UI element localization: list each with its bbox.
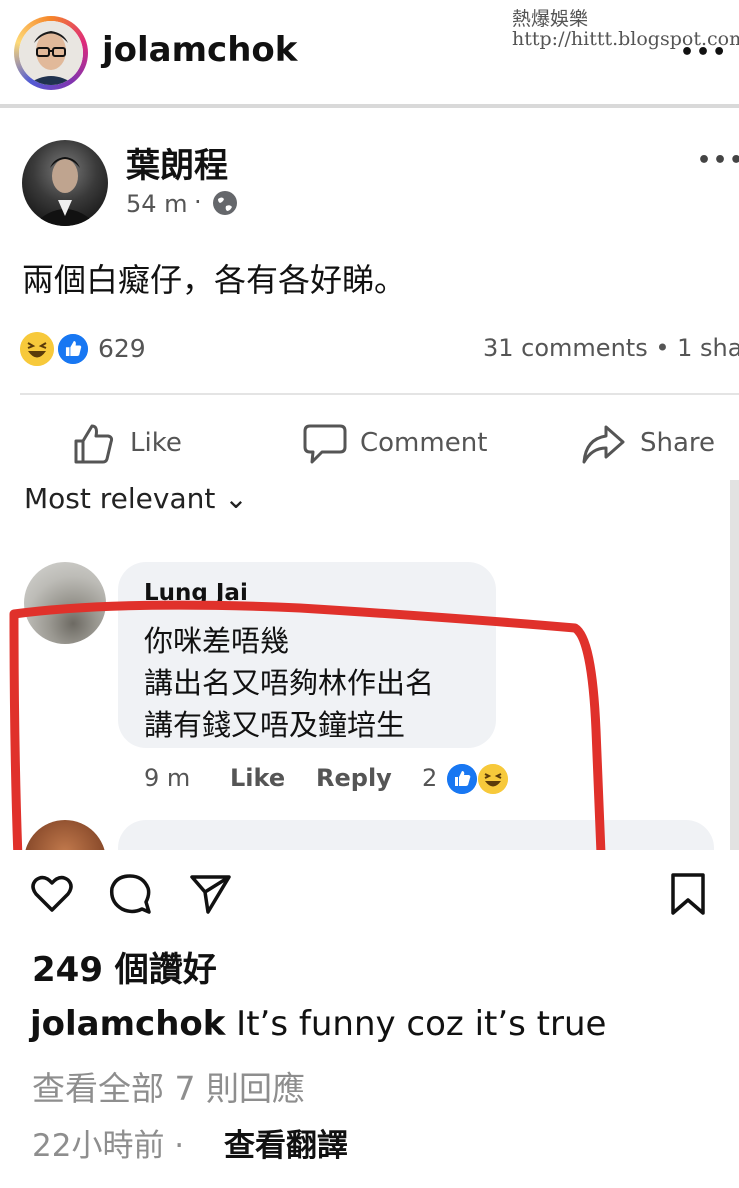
- fb-comment-reply-button[interactable]: Reply: [316, 764, 392, 792]
- fb-comment-line: 講出名又唔夠林作出名: [144, 666, 435, 700]
- fb-comment-author[interactable]: Lung Jai: [144, 580, 248, 606]
- fb-time-separator: ·: [194, 188, 202, 216]
- fb-comment-button[interactable]: Comment: [302, 422, 492, 466]
- fb-commenter-avatar[interactable]: [24, 562, 106, 644]
- header-divider: [0, 104, 739, 108]
- watermark-title: 熱爆娛樂: [512, 8, 589, 30]
- speech-bubble-icon: [303, 424, 347, 464]
- fb-like-button[interactable]: Like: [72, 422, 202, 466]
- fb-post-time[interactable]: 54 m: [126, 190, 188, 218]
- send-icon[interactable]: [188, 872, 232, 916]
- ig-more-options-icon[interactable]: •••: [680, 40, 728, 65]
- fb-comment-line: 你咪差唔幾: [144, 624, 290, 658]
- fb-comment-reaction-count[interactable]: 2: [422, 764, 437, 792]
- ig-caption-username[interactable]: jolamchok: [30, 1004, 225, 1044]
- fb-author-avatar: [22, 140, 108, 226]
- ig-caption: jolamchok It’s funny coz it’s true: [30, 1004, 606, 1044]
- fb-author-name[interactable]: 葉朗程: [126, 138, 228, 187]
- fb-comment-label: Comment: [360, 428, 488, 458]
- fb-comment-sort[interactable]: Most relevant ⌄: [24, 482, 248, 515]
- ig-username[interactable]: jolamchok: [102, 30, 297, 70]
- bookmark-icon[interactable]: [666, 872, 710, 916]
- ig-caption-text: It’s funny coz it’s true: [225, 1004, 607, 1044]
- comment-icon[interactable]: [108, 872, 152, 916]
- fb-comments-shares-count[interactable]: 31 comments • 1 share: [483, 334, 739, 362]
- fb-comment-like-button[interactable]: Like: [230, 764, 285, 792]
- fb-scrollbar[interactable]: [730, 480, 739, 850]
- fb-reaction-count[interactable]: 629: [98, 334, 146, 363]
- fb-comment-time[interactable]: 9 m: [144, 764, 190, 792]
- ig-see-translation[interactable]: 查看翻譯: [224, 1120, 348, 1165]
- fb-more-options-icon[interactable]: •••: [697, 148, 739, 173]
- share-arrow-icon: [582, 425, 625, 464]
- ig-view-all-comments[interactable]: 查看全部 7 則回應: [32, 1062, 305, 1110]
- thumbs-up-icon: [74, 424, 114, 464]
- ig-post-time: 22小時前 ·: [32, 1128, 185, 1164]
- like-reaction-icon: [447, 764, 477, 794]
- fb-divider: [20, 393, 739, 395]
- fb-like-label: Like: [130, 428, 182, 458]
- fb-next-comment-bubble: [118, 820, 714, 850]
- fb-post-text: 兩個白癡仔，各有各好睇。: [22, 261, 407, 299]
- fb-share-button[interactable]: Share: [580, 422, 720, 466]
- facebook-screenshot: 葉朗程 54 m · ••• 兩個白癡仔，各有各好睇。 629 31 comme…: [0, 110, 739, 850]
- ig-avatar[interactable]: [19, 21, 83, 85]
- haha-reaction-icon: [478, 764, 508, 794]
- haha-reaction-icon: [20, 332, 54, 366]
- globe-icon: [213, 191, 237, 215]
- fb-comment-line: 講有錢又唔及鐘培生: [144, 708, 406, 742]
- like-reaction-icon: [56, 332, 90, 366]
- heart-icon[interactable]: [30, 872, 74, 916]
- ig-likes-count[interactable]: 249 個讚好: [32, 942, 217, 991]
- fb-next-commenter-avatar[interactable]: [24, 820, 106, 850]
- fb-share-label: Share: [640, 428, 716, 458]
